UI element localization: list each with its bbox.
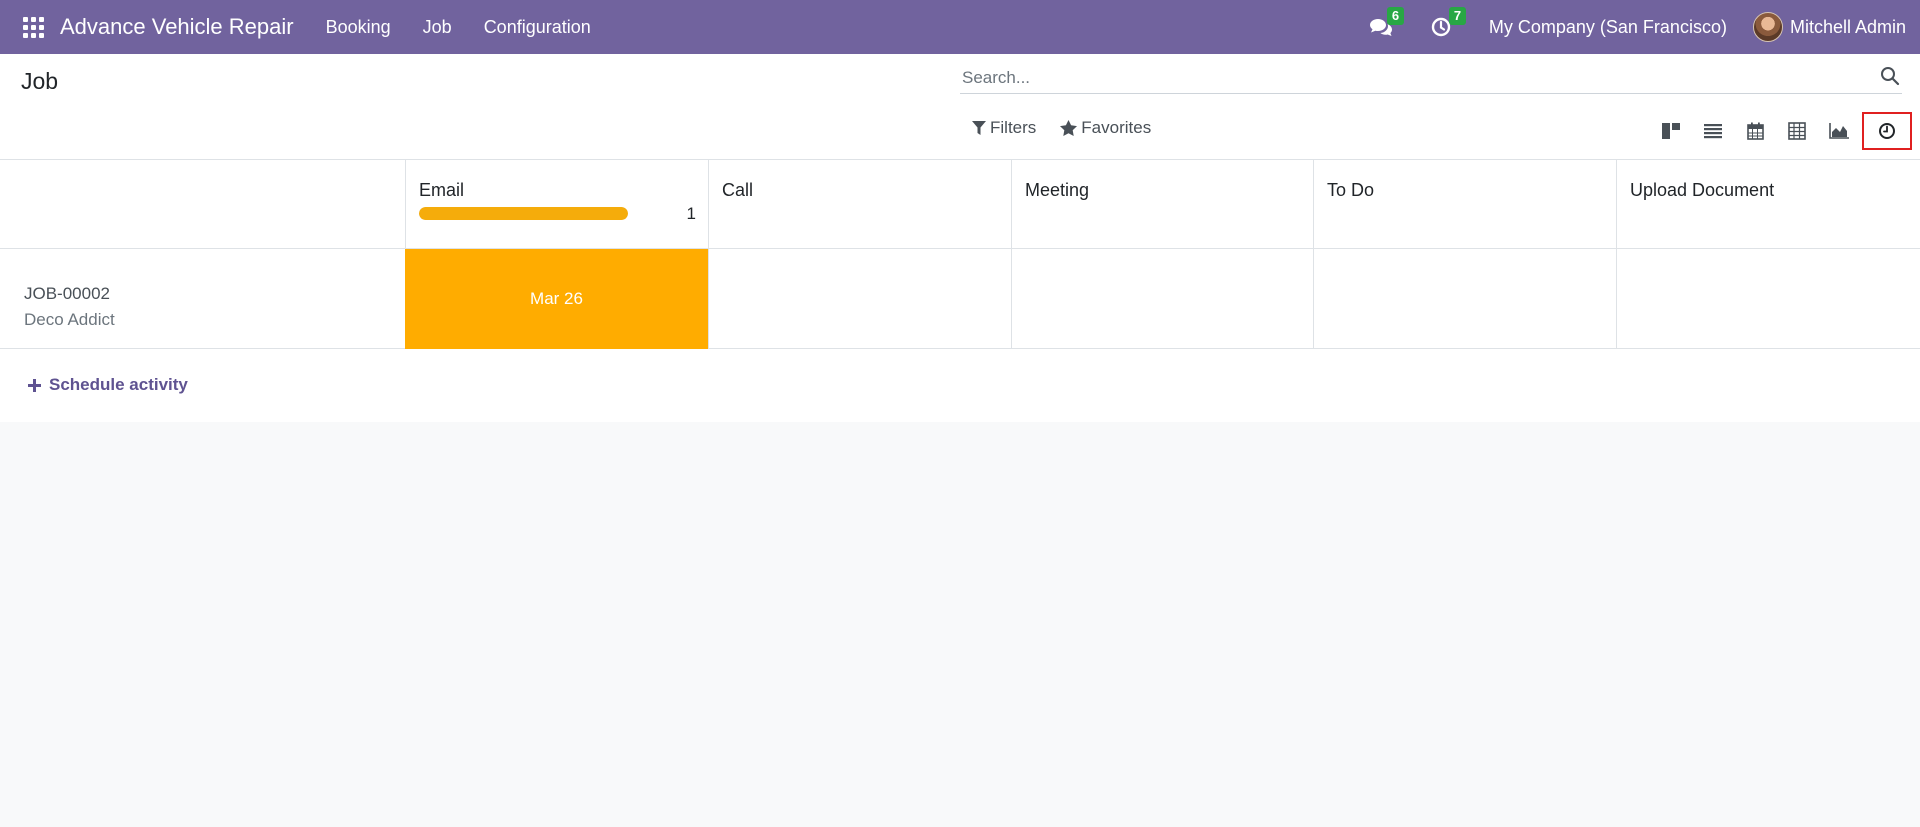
- main-navbar: Advance Vehicle Repair Booking Job Confi…: [0, 0, 1920, 54]
- view-kanban-button[interactable]: [1650, 112, 1692, 150]
- calendar-icon: [1746, 122, 1764, 140]
- activity-date: Mar 26: [530, 289, 583, 308]
- view-graph-button[interactable]: [1818, 112, 1860, 150]
- view-calendar-button[interactable]: [1734, 112, 1776, 150]
- view-activity-button[interactable]: [1862, 112, 1912, 150]
- activity-cell-email-planned[interactable]: Mar 26: [405, 249, 708, 349]
- activities-button[interactable]: 7: [1431, 7, 1467, 37]
- star-icon: [1060, 120, 1078, 136]
- schedule-activity-label: Schedule activity: [49, 375, 188, 394]
- menu-item-booking[interactable]: Booking: [326, 17, 391, 38]
- clock-icon: [1431, 17, 1451, 37]
- column-to-do[interactable]: To Do: [1313, 160, 1616, 248]
- column-title: Call: [722, 180, 754, 200]
- column-title: Upload Document: [1630, 180, 1775, 200]
- column-email[interactable]: Email 1: [405, 160, 708, 248]
- kanban-icon: [1662, 123, 1680, 139]
- cell-meeting[interactable]: [1011, 249, 1313, 348]
- messages-button[interactable]: 6: [1369, 7, 1405, 37]
- activity-grid: Email 1 Call Meeting To Do Upload Docume…: [0, 160, 1920, 422]
- filters-button[interactable]: Filters: [972, 118, 1036, 138]
- company-switcher[interactable]: My Company (San Francisco): [1489, 17, 1727, 38]
- messages-badge: 6: [1386, 7, 1405, 25]
- menu-item-configuration[interactable]: Configuration: [484, 17, 591, 38]
- list-icon: [1704, 124, 1722, 139]
- column-title: To Do: [1327, 180, 1375, 200]
- search-input[interactable]: [962, 62, 1862, 94]
- grid-header: Email 1 Call Meeting To Do Upload Docume…: [0, 160, 1920, 249]
- column-title: Email: [419, 180, 465, 200]
- record-partner: Deco Addict: [24, 310, 115, 329]
- activities-badge: 7: [1448, 7, 1467, 25]
- area-chart-icon: [1829, 123, 1849, 139]
- apps-menu-icon[interactable]: [22, 16, 44, 38]
- grid-footer: Schedule activity: [0, 349, 1920, 422]
- systray: 6 7 My Company (San Francisco) Mitchell …: [1369, 0, 1920, 54]
- control-panel: Job Filters Favorites: [0, 54, 1920, 160]
- main-menu: Booking Job Configuration: [326, 17, 623, 38]
- view-switcher: [1650, 112, 1912, 150]
- favorites-label: Favorites: [1081, 118, 1152, 137]
- column-title: Meeting: [1025, 180, 1090, 200]
- search-bar: [960, 62, 1902, 94]
- record-name[interactable]: JOB-00002: [24, 284, 110, 304]
- filter-icon: [972, 120, 986, 135]
- pivot-table-icon: [1788, 122, 1806, 140]
- search-options: Filters Favorites: [972, 118, 1175, 138]
- cell-upload-document[interactable]: [1616, 249, 1920, 348]
- column-count: 1: [686, 204, 696, 223]
- progress-fill-planned: [419, 207, 628, 220]
- app-title[interactable]: Advance Vehicle Repair: [60, 14, 294, 40]
- column-upload-document[interactable]: Upload Document: [1616, 160, 1920, 248]
- column-call[interactable]: Call: [708, 160, 1011, 248]
- cell-to-do[interactable]: [1313, 249, 1616, 348]
- cell-call[interactable]: [708, 249, 1011, 348]
- menu-item-job[interactable]: Job: [423, 17, 452, 38]
- favorites-button[interactable]: Favorites: [1060, 118, 1151, 138]
- filters-label: Filters: [990, 118, 1037, 137]
- plus-icon: [28, 378, 41, 392]
- column-meeting[interactable]: Meeting: [1011, 160, 1313, 248]
- view-pivot-button[interactable]: [1776, 112, 1818, 150]
- column-progress-bar[interactable]: [419, 207, 628, 220]
- clock-icon: [1879, 123, 1895, 139]
- user-name: Mitchell Admin: [1789, 16, 1906, 37]
- search-icon[interactable]: [1880, 66, 1900, 91]
- avatar: [1752, 12, 1783, 42]
- schedule-activity-button[interactable]: Schedule activity: [28, 375, 188, 395]
- page-title: Job: [21, 68, 59, 94]
- view-list-button[interactable]: [1692, 112, 1734, 150]
- table-row: JOB-00002 Deco Addict Mar 26: [0, 249, 1920, 349]
- user-menu[interactable]: Mitchell Admin: [1752, 12, 1906, 42]
